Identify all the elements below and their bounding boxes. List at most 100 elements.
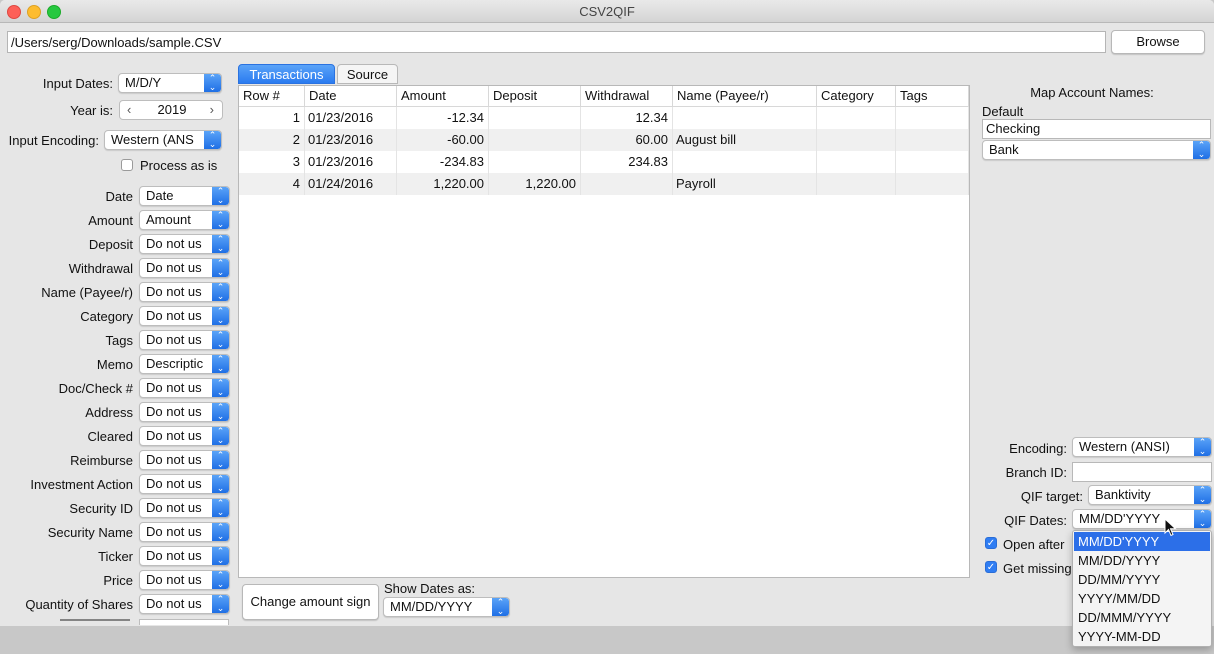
mapping-value: Do not us <box>146 572 202 587</box>
column-header[interactable]: Date <box>305 86 397 106</box>
table-header: Row # Date Amount Deposit Withdrawal Name (Pa… <box>239 86 969 107</box>
tab-source[interactable]: Source <box>337 64 398 84</box>
table-cell: 234.83 <box>581 151 673 173</box>
updown-chevron-icon: ⌃ ⌄ <box>212 427 229 445</box>
column-header[interactable]: Tags <box>896 86 969 106</box>
table-cell <box>489 107 581 129</box>
column-header[interactable]: Deposit <box>489 86 581 106</box>
updown-chevron-icon: ⌃ ⌄ <box>1193 141 1210 159</box>
qif-dates-option[interactable]: DD/MMM/YYYY <box>1074 608 1210 627</box>
show-dates-label: Show Dates as: <box>384 581 476 596</box>
table-cell <box>673 107 817 129</box>
updown-chevron-icon: ⌃ ⌄ <box>212 451 229 469</box>
mapping-select[interactable]: Do not us ⌃ ⌄ <box>139 570 230 590</box>
table-row[interactable]: 2 01/23/2016 -60.00 60.00 August bill <box>239 129 969 151</box>
qif-dates-option[interactable]: MM/DD/YYYY <box>1074 551 1210 570</box>
mapping-select[interactable]: Do not us ⌃ ⌄ <box>139 594 230 614</box>
chevron-right-icon[interactable]: › <box>210 101 214 119</box>
mapping-label: Reimburse <box>70 453 133 468</box>
qif-target-select[interactable]: Banktivity ⌃ ⌄ <box>1088 485 1212 505</box>
mapping-label: Address <box>85 405 133 420</box>
updown-chevron-icon: ⌃ ⌄ <box>212 403 229 421</box>
output-encoding-select[interactable]: Western (ANSI) ⌃ ⌄ <box>1072 437 1212 457</box>
window-title: CSV2QIF <box>579 4 635 19</box>
account-type-select[interactable]: Bank ⌃ ⌄ <box>982 140 1211 160</box>
mapping-select[interactable]: Date ⌃ ⌄ <box>139 186 230 206</box>
branch-id-field[interactable] <box>1072 462 1212 482</box>
table-cell <box>673 151 817 173</box>
mapping-select[interactable]: Do not us ⌃ ⌄ <box>139 378 230 398</box>
table-cell: 1 <box>239 107 305 129</box>
qif-dates-select[interactable]: MM/DD'YYYY ⌃ ⌄ <box>1072 509 1212 529</box>
column-header[interactable]: Withdrawal <box>581 86 673 106</box>
mapping-label: Doc/Check # <box>58 381 133 396</box>
mapping-select[interactable]: Do not us ⌃ ⌄ <box>139 234 230 254</box>
mapping-select[interactable]: Descriptic ⌃ ⌄ <box>139 354 230 374</box>
qif-dates-option[interactable]: YYYY-MM-DD <box>1074 627 1210 646</box>
mapping-select[interactable]: Do not us ⌃ ⌄ <box>139 450 230 470</box>
column-header[interactable]: Amount <box>397 86 489 106</box>
column-header[interactable]: Row # <box>239 86 305 106</box>
qif-dates-option[interactable]: DD/MM/YYYY <box>1074 570 1210 589</box>
tab-transactions[interactable]: Transactions <box>238 64 335 84</box>
get-missing-checkbox[interactable]: ✓ <box>985 561 997 573</box>
mapping-select[interactable]: Do not us ⌃ ⌄ <box>139 522 230 542</box>
updown-chevron-icon: ⌃ ⌄ <box>1194 438 1211 456</box>
file-path-field[interactable]: /Users/serg/Downloads/sample.CSV <box>7 31 1106 53</box>
updown-chevron-icon: ⌃ ⌄ <box>212 235 229 253</box>
transactions-table[interactable]: Row # Date Amount Deposit Withdrawal Name (Pa… <box>238 85 970 578</box>
qif-dates-option[interactable]: YYYY/MM/DD <box>1074 589 1210 608</box>
change-amount-sign-button[interactable]: Change amount sign <box>242 584 379 620</box>
mapping-value: Do not us <box>146 380 202 395</box>
map-account-names-label: Map Account Names: <box>1030 85 1154 100</box>
mouse-cursor-icon <box>1164 518 1177 537</box>
mapping-label: Tags <box>105 333 133 348</box>
table-cell <box>817 129 896 151</box>
column-header[interactable]: Category <box>817 86 896 106</box>
mapping-value: Do not us <box>146 524 202 539</box>
table-cell <box>489 151 581 173</box>
year-label: Year is: <box>70 103 113 118</box>
open-after-label: Open after <box>1003 537 1065 552</box>
mapping-select[interactable]: Do not us ⌃ ⌄ <box>139 282 230 302</box>
column-header[interactable]: Name (Payee/r) <box>673 86 817 106</box>
show-dates-select[interactable]: MM/DD/YYYY ⌃ ⌄ <box>383 597 510 617</box>
output-encoding-label: Encoding: <box>1009 441 1067 456</box>
input-encoding-select[interactable]: Western (ANS ⌃ ⌄ <box>104 130 222 150</box>
year-stepper[interactable]: ‹ 2019 › <box>119 100 223 120</box>
mapping-select[interactable]: Do not us ⌃ ⌄ <box>139 426 230 446</box>
qif-dates-menu[interactable]: MM/DD'YYYY MM/DD/YYYY DD/MM/YYYY YYYY/MM/DD… <box>1072 530 1212 647</box>
table-cell <box>581 173 673 195</box>
mapping-select[interactable]: Do not us ⌃ ⌄ <box>139 330 230 350</box>
default-account-label: Default <box>982 104 1024 119</box>
browse-button[interactable]: Browse <box>1111 30 1205 54</box>
mapping-value: Date <box>146 188 174 203</box>
mapping-select[interactable]: Do not us ⌃ ⌄ <box>139 474 230 494</box>
input-dates-label: Input Dates: <box>42 76 113 91</box>
mapping-value: Descriptic <box>146 356 204 371</box>
input-encoding-label: Input Encoding: <box>8 133 99 148</box>
table-row[interactable]: 4 01/24/2016 1,220.00 1,220.00 Payroll <box>239 173 969 195</box>
table-row[interactable]: 3 01/23/2016 -234.83 234.83 <box>239 151 969 173</box>
mapping-label: Memo <box>96 357 133 372</box>
table-row[interactable]: 1 01/23/2016 -12.34 12.34 <box>239 107 969 129</box>
updown-chevron-icon: ⌃ ⌄ <box>212 211 229 229</box>
mapping-select[interactable]: Do not us ⌃ ⌄ <box>139 402 230 422</box>
updown-chevron-icon: ⌃ ⌄ <box>212 187 229 205</box>
open-after-checkbox[interactable]: ✓ <box>985 537 997 549</box>
mapping-select[interactable]: Do not us ⌃ ⌄ <box>139 306 230 326</box>
mapping-select[interactable]: Amount ⌃ ⌄ <box>139 210 230 230</box>
mapping-value: Do not us <box>146 500 202 515</box>
mapping-select[interactable]: Do not us ⌃ ⌄ <box>139 258 230 278</box>
account-name-field[interactable]: Checking <box>982 119 1211 139</box>
table-cell: 01/23/2016 <box>305 129 397 151</box>
account-type-value: Bank <box>989 142 1019 157</box>
process-as-is-checkbox[interactable] <box>121 159 133 171</box>
qif-dates-label: QIF Dates: <box>1004 513 1067 528</box>
mapping-select[interactable]: Do not us ⌃ ⌄ <box>139 498 230 518</box>
input-dates-select[interactable]: M/D/Y ⌃ ⌄ <box>118 73 222 93</box>
mapping-select[interactable]: Do not us ⌃ ⌄ <box>139 546 230 566</box>
table-cell <box>817 173 896 195</box>
qif-target-value: Banktivity <box>1095 487 1151 502</box>
qif-dates-option[interactable]: MM/DD'YYYY <box>1074 532 1210 551</box>
